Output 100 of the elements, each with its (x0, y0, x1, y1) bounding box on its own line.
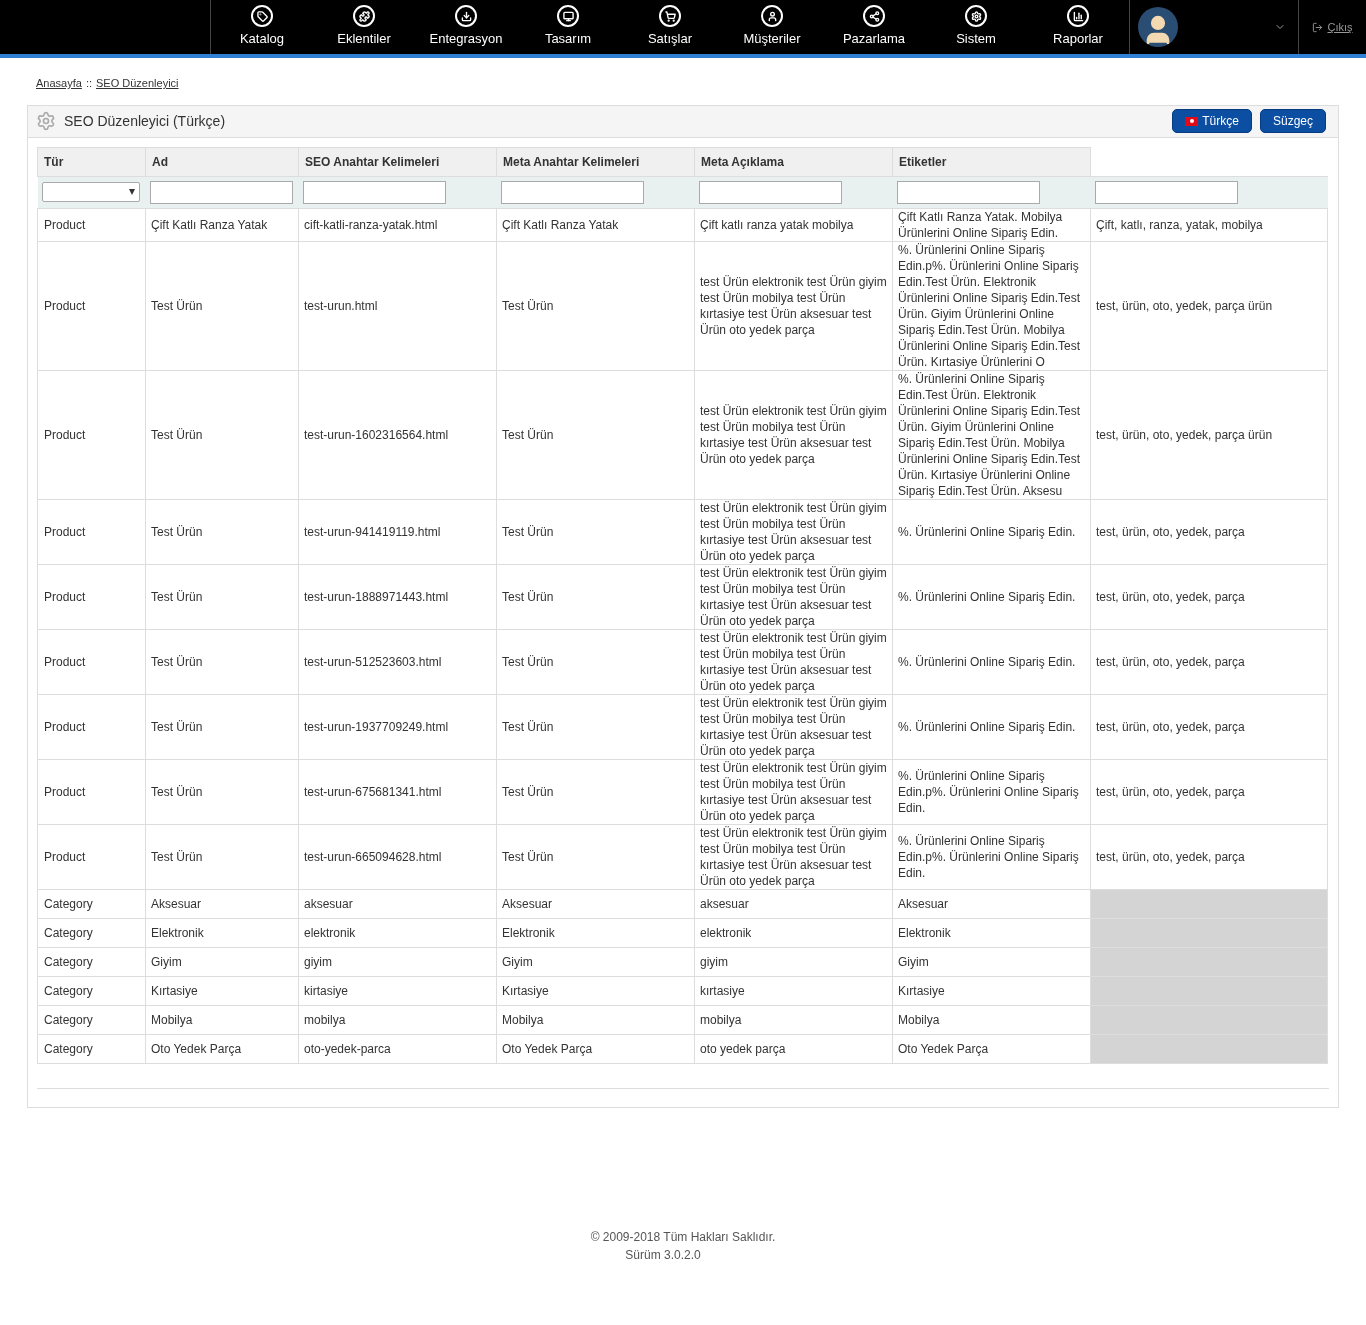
column-header: Meta Anahtar Kelimeleri (496, 147, 695, 176)
nav-item[interactable]: Eklentiler (313, 0, 415, 54)
table-cell: mobilya (298, 1005, 497, 1034)
table-cell: Çift Katlı Ranza Yatak (145, 208, 299, 241)
table-cell: Test Ürün (145, 241, 299, 370)
tag-icon (251, 5, 273, 28)
table-cell: giyim (694, 947, 893, 976)
table-cell: Test Ürün (145, 824, 299, 889)
nav-item[interactable]: Satışlar (619, 0, 721, 54)
table-cell: Category (37, 976, 146, 1005)
copyright-text: © 2009-2018 Tüm Hakları Saklıdır. (590, 1228, 776, 1246)
table-cell: test, ürün, oto, yedek, parça (1090, 564, 1328, 629)
dropdown-arrow-icon (128, 189, 135, 195)
table-cell: Aksesuar (892, 889, 1091, 918)
share-icon (863, 5, 885, 28)
table-cell: Giyim (496, 947, 695, 976)
table-cell: test, ürün, oto, yedek, parça (1090, 694, 1328, 759)
table-cell: test, ürün, oto, yedek, parça (1090, 499, 1328, 564)
table-cell: Kırtasiye (145, 976, 299, 1005)
table-cell: Category (37, 947, 146, 976)
table-cell: test, ürün, oto, yedek, parça ürün (1090, 241, 1328, 370)
table-cell: test Ürün elektronik test Ürün giyim test Ürün mobilya test Ürün kırtasiye test Ürün aksesuar test Ürün oto yedek parça (694, 241, 893, 370)
cart-icon (659, 5, 681, 28)
table-cell: Product (37, 241, 146, 370)
table-cell: kirtasiye (298, 976, 497, 1005)
table-cell: Elektronik (496, 918, 695, 947)
table-cell: Test Ürün (496, 564, 695, 629)
monitor-icon (557, 5, 579, 28)
table-cell: mobilya (694, 1005, 893, 1034)
filter-input[interactable] (500, 180, 644, 204)
table-cell: test Ürün elektronik test Ürün giyim test Ürün mobilya test Ürün kırtasiye test Ürün aksesuar test Ürün oto yedek parça (694, 824, 893, 889)
nav-item[interactable]: Entegrasyon (415, 0, 517, 54)
table-cell: Test Ürün (145, 694, 299, 759)
table-cell: Test Ürün (145, 629, 299, 694)
table-cell: %. Ürünlerini Online Sipariş Edin. (892, 629, 1091, 694)
column-header: Etiketler (892, 147, 1091, 176)
table-cell: Product (37, 208, 146, 241)
table-cell: Çift katlı ranza yatak mobilya (694, 208, 893, 241)
table-cell: test-urun-1937709249.html (298, 694, 497, 759)
table-cell: Test Ürün (496, 694, 695, 759)
table-cell: %. Ürünlerini Online Sipariş Edin.p%. Ürünlerini Online Sipariş Edin.Test Ürün. Elektronik Ürünlerini Online Sipariş Edin.Test Ürün. Giyim Ürünlerini Online Sipariş Edin.Test Ürün. Mobilya Ürünlerini Online Sipariş Edin.Test Ürün. Kırtasiye Ürünlerini O (892, 241, 1091, 370)
table-cell: Test Ürün (496, 759, 695, 824)
table-cell: Giyim (892, 947, 1091, 976)
language-button[interactable]: Türkçe (1172, 109, 1252, 133)
avatar-icon[interactable] (1138, 7, 1178, 47)
breadcrumb-link[interactable]: Anasayfa (36, 75, 82, 92)
filter-input[interactable] (302, 180, 446, 204)
filter-button[interactable]: Süzgeç (1259, 109, 1326, 133)
breadcrumb-separator: :: (85, 76, 92, 91)
settings-icon (965, 5, 987, 28)
table-cell: Elektronik (892, 918, 1091, 947)
column-header: Tür (37, 147, 146, 176)
nav-item[interactable]: Katalog (211, 0, 313, 54)
table-cell: test-urun-665094628.html (298, 824, 497, 889)
table-cell: test-urun-1602316564.html (298, 370, 497, 499)
table-cell: Çift, katlı, ranza, yatak, mobilya (1090, 208, 1328, 241)
table-cell: %. Ürünlerini Online Sipariş Edin. (892, 499, 1091, 564)
bar-chart-icon (1067, 5, 1089, 28)
nav-item[interactable]: Müşteriler (721, 0, 823, 54)
table-cell: test, ürün, oto, yedek, parça ürün (1090, 370, 1328, 499)
filter-input[interactable] (149, 180, 293, 204)
table-cell: test, ürün, oto, yedek, parça (1090, 759, 1328, 824)
breadcrumb-link[interactable]: SEO Düzenleyici (96, 75, 179, 92)
filter-input[interactable] (896, 180, 1040, 204)
table-cell: cift-katli-ranza-yatak.html (298, 208, 497, 241)
table-cell: Aksesuar (145, 889, 299, 918)
table-cell: Category (37, 918, 146, 947)
table-cell: Çift Katlı Ranza Yatak. Mobilya Ürünlerini Online Sipariş Edin. (892, 208, 1091, 241)
column-header: Meta Açıklama (694, 147, 893, 176)
table-cell: Mobilya (145, 1005, 299, 1034)
table-cell: Test Ürün (145, 564, 299, 629)
table-cell: Test Ürün (496, 499, 695, 564)
table-cell: Test Ürün (496, 370, 695, 499)
table-cell: Aksesuar (496, 889, 695, 918)
table-cell: Test Ürün (496, 241, 695, 370)
filter-select[interactable] (41, 182, 140, 202)
table-cell: Product (37, 694, 146, 759)
nav-item[interactable]: Tasarım (517, 0, 619, 54)
table-cell: %. Ürünlerini Online Sipariş Edin.p%. Ürünlerini Online Sipariş Edin. (892, 824, 1091, 889)
table-cell: elektronik (298, 918, 497, 947)
table-cell: Çift Katlı Ranza Yatak (496, 208, 695, 241)
table-cell: Category (37, 889, 146, 918)
table-cell: Giyim (145, 947, 299, 976)
table-cell: Test Ürün (145, 499, 299, 564)
table-cell: Product (37, 629, 146, 694)
nav-item[interactable]: Sistem (925, 0, 1027, 54)
filter-input[interactable] (698, 180, 842, 204)
table-cell: Product (37, 499, 146, 564)
table-cell: kırtasiye (694, 976, 893, 1005)
table-cell: %. Ürünlerini Online Sipariş Edin. (892, 564, 1091, 629)
logout-link[interactable]: Çıkış (1299, 0, 1366, 54)
table-cell: Kırtasiye (496, 976, 695, 1005)
table-cell: Kırtasiye (892, 976, 1091, 1005)
filter-input[interactable] (1094, 180, 1238, 204)
table-cell: %. Ürünlerini Online Sipariş Edin.Test Ürün. Elektronik Ürünlerini Online Sipariş Edin.Test Ürün. Giyim Ürünlerini Online Sipariş Edin.Test Ürün. Mobilya Ürünlerini Online Sipariş Edin.Test Ürün. Kırtasiye Ürünlerini Online Sipariş Edin.Test Ürün. Aksesu (892, 370, 1091, 499)
nav-item[interactable]: Pazarlama (823, 0, 925, 54)
table-cell: %. Ürünlerini Online Sipariş Edin. (892, 694, 1091, 759)
table-cell: test-urun-512523603.html (298, 629, 497, 694)
table-cell: Category (37, 1034, 146, 1063)
nav-item[interactable]: Raporlar (1027, 0, 1129, 54)
